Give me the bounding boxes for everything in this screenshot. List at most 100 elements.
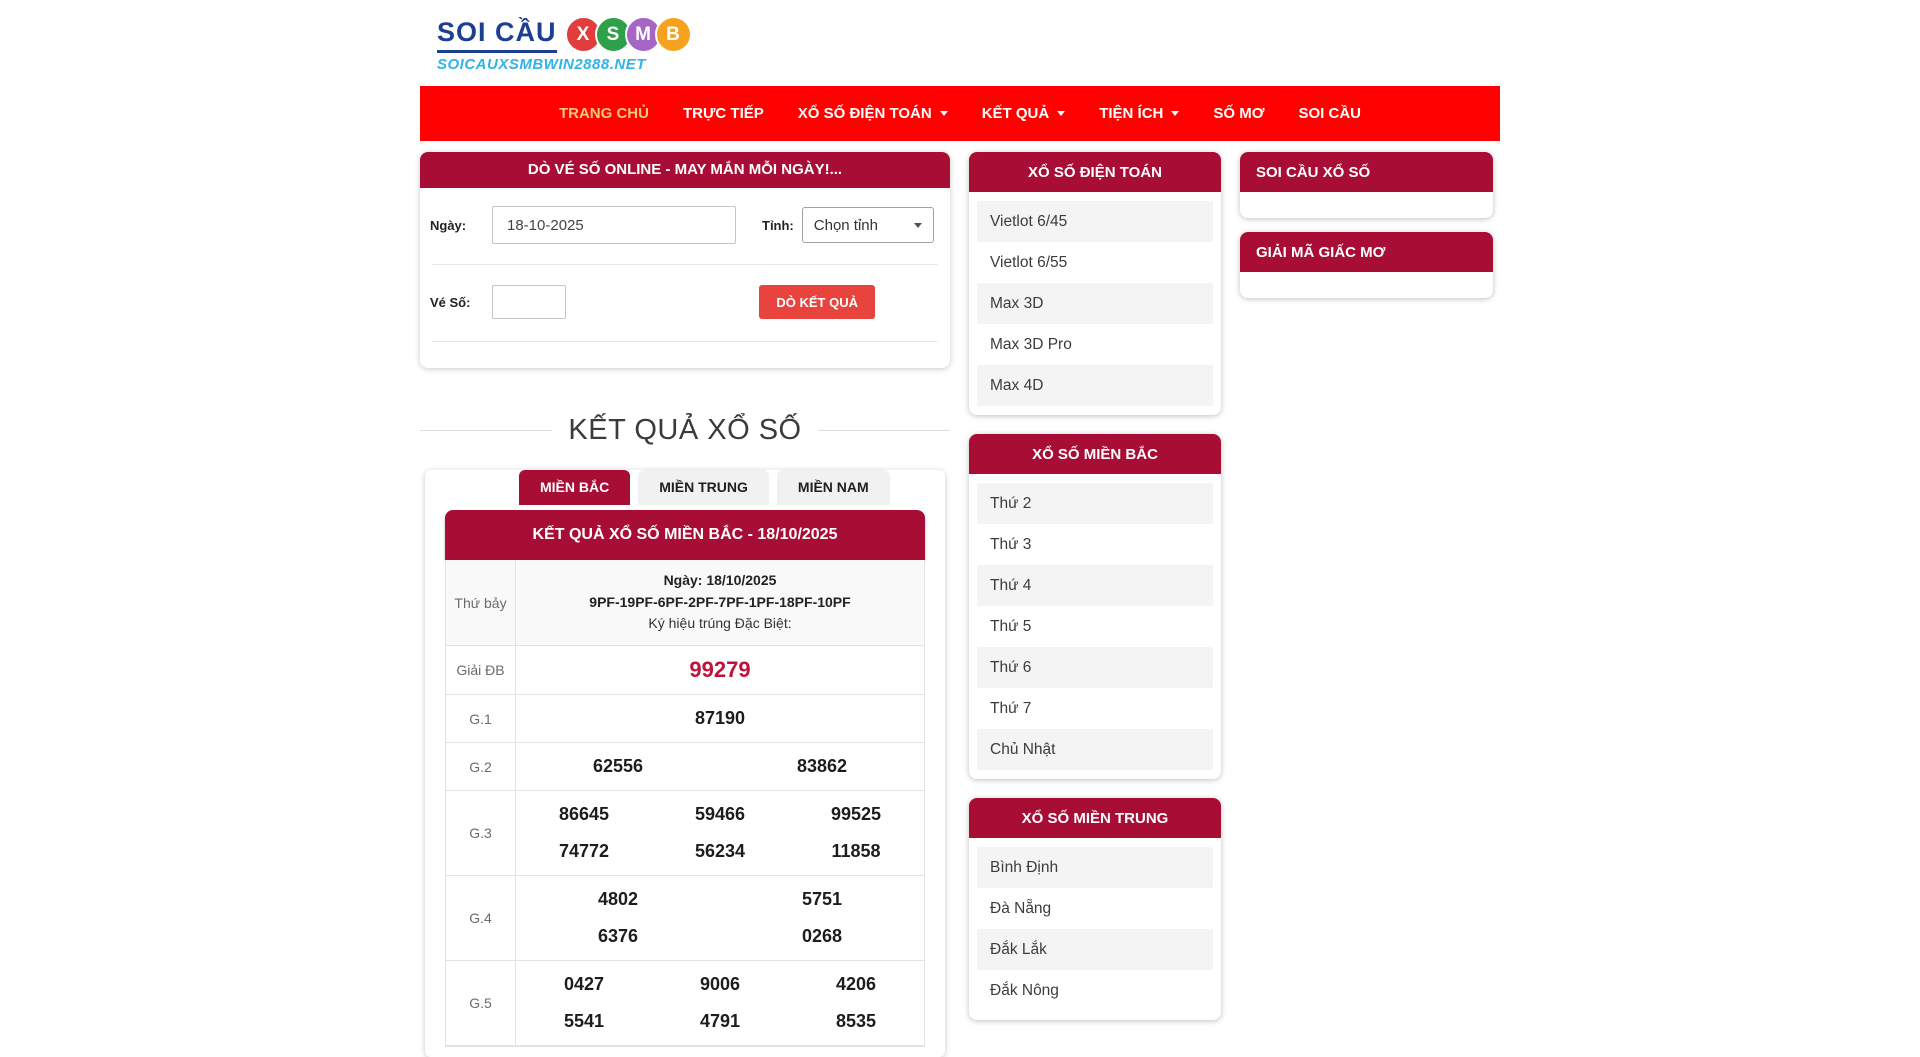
check-result-button[interactable]: DÒ KẾT QUẢ bbox=[759, 285, 875, 319]
main-column: DÒ VÉ SỐ ONLINE - MAY MẮN MỖI NGÀY!... N… bbox=[420, 152, 950, 1057]
province-select-value: Chọn tỉnh bbox=[814, 217, 878, 234]
prize-values: 4802 5751 6376 0268 bbox=[516, 876, 924, 960]
site-header: SOI CẦU X S M B SOICAUXSMBWIN2888.NET bbox=[420, 0, 1500, 86]
sidebar-item-max-4d[interactable]: Max 4D bbox=[977, 365, 1213, 406]
ticket-lookup-panel: DÒ VÉ SỐ ONLINE - MAY MẮN MỖI NGÀY!... N… bbox=[420, 152, 950, 368]
table-row-giai-db: Giải ĐB 99279 bbox=[446, 646, 924, 695]
prize-number: 56234 bbox=[652, 833, 788, 870]
ticket-lookup-body: Ngày: Tỉnh: Chọn tỉnh Vé Số: DÒ KẾT QUẢ bbox=[420, 188, 950, 368]
province-label: Tỉnh: bbox=[762, 218, 794, 233]
nav-item-label: TIỆN ÍCH bbox=[1099, 105, 1163, 122]
table-row-g2: G.2 62556 83862 bbox=[446, 743, 924, 791]
rightbar-box-giai-ma-giac-mo: GIẢI MÃ GIẤC MƠ bbox=[1240, 232, 1493, 298]
nav-item-tien-ich[interactable]: TIỆN ÍCH bbox=[1099, 105, 1179, 122]
sidebar-item-chu-nhat[interactable]: Chủ Nhật bbox=[977, 729, 1213, 770]
table-row-g3: G.3 86645 59466 99525 74772 56234 11858 bbox=[446, 791, 924, 876]
nav-item-label: SOI CẦU bbox=[1299, 105, 1362, 122]
prize-number: 4802 bbox=[516, 881, 720, 918]
sidebar-box-mien-bac: XỔ SỐ MIỀN BẮC Thứ 2 Thứ 3 Thứ 4 Thứ 5 T… bbox=[969, 434, 1221, 779]
logo-badge-b: B bbox=[655, 16, 692, 53]
prize-values: 62556 83862 bbox=[516, 743, 924, 790]
sidebar-item-thu-4[interactable]: Thứ 4 bbox=[977, 565, 1213, 606]
prize-label: G.1 bbox=[446, 695, 516, 742]
sidebar-item-vietlot-645[interactable]: Vietlot 6/45 bbox=[977, 201, 1213, 242]
site-logo[interactable]: SOI CẦU X S M B bbox=[437, 16, 1500, 53]
results-table: Thứ bảy Ngày: 18/10/2025 9PF-19PF-6PF-2P… bbox=[445, 560, 925, 1047]
sidebar-box-title: XỔ SỐ MIỀN TRUNG bbox=[969, 798, 1221, 838]
prize-number: 86645 bbox=[516, 796, 652, 833]
nav-item-trang-chu[interactable]: TRANG CHỦ bbox=[559, 105, 649, 122]
draw-code: 9PF-19PF-6PF-2PF-7PF-1PF-18PF-10PF bbox=[522, 592, 918, 614]
sidebar-item-dak-lak[interactable]: Đắk Lắk bbox=[977, 929, 1213, 970]
nav-item-label: TRỰC TIẾP bbox=[683, 105, 764, 122]
date-province-row: Ngày: Tỉnh: Chọn tỉnh bbox=[430, 206, 940, 244]
prize-number: 8535 bbox=[788, 1003, 924, 1040]
tab-mien-trung[interactable]: MIỀN TRUNG bbox=[638, 470, 769, 505]
sidebar-item-da-nang[interactable]: Đà Nẵng bbox=[977, 888, 1213, 929]
sidebar-item-thu-6[interactable]: Thứ 6 bbox=[977, 647, 1213, 688]
results-heading-text: KẾT QUẢ XỔ SỐ bbox=[568, 414, 801, 447]
province-select[interactable]: Chọn tỉnh bbox=[802, 207, 934, 243]
sidebar-item-thu-7[interactable]: Thứ 7 bbox=[977, 688, 1213, 729]
nav-item-truc-tiep[interactable]: TRỰC TIẾP bbox=[683, 105, 764, 122]
table-row-g5: G.5 0427 9006 4206 5541 4791 8535 bbox=[446, 961, 924, 1046]
date-label: Ngày: bbox=[430, 218, 492, 233]
prize-number: 9006 bbox=[652, 966, 788, 1003]
heading-divider bbox=[420, 430, 552, 431]
prize-label: G.4 bbox=[446, 876, 516, 960]
tab-mien-nam[interactable]: MIỀN NAM bbox=[777, 470, 890, 505]
prize-number: 4791 bbox=[652, 1003, 788, 1040]
sidebar-item-max-3d-pro[interactable]: Max 3D Pro bbox=[977, 324, 1213, 365]
nav-item-label: KẾT QUẢ bbox=[982, 105, 1050, 122]
chevron-down-icon bbox=[1171, 111, 1179, 116]
table-row-g4: G.4 4802 5751 6376 0268 bbox=[446, 876, 924, 961]
rightbar-box-title: GIẢI MÃ GIẤC MƠ bbox=[1240, 232, 1493, 272]
nav-item-soi-cau[interactable]: SOI CẦU bbox=[1299, 105, 1362, 122]
nav-item-so-mo[interactable]: SỐ MƠ bbox=[1213, 105, 1264, 122]
prize-number: 11858 bbox=[788, 833, 924, 870]
region-tabs: MIỀN BẮC MIỀN TRUNG MIỀN NAM bbox=[425, 470, 945, 505]
sidebar-box-body: Thứ 2 Thứ 3 Thứ 4 Thứ 5 Thứ 6 Thứ 7 Chủ … bbox=[969, 474, 1221, 779]
content-columns: DÒ VÉ SỐ ONLINE - MAY MẮN MỖI NGÀY!... N… bbox=[420, 152, 1500, 1057]
sidebar-box-title: XỔ SỐ ĐIỆN TOÁN bbox=[969, 152, 1221, 192]
prize-number: 62556 bbox=[516, 748, 720, 785]
chevron-down-icon bbox=[940, 111, 948, 116]
ticket-label: Vé Số: bbox=[430, 295, 492, 310]
main-navbar: TRANG CHỦ TRỰC TIẾP XỔ SỐ ĐIỆN TOÁN KẾT … bbox=[420, 86, 1500, 141]
sidebar-box-mien-trung: XỔ SỐ MIỀN TRUNG Bình Định Đà Nẵng Đắk L… bbox=[969, 798, 1221, 1020]
chevron-down-icon bbox=[1057, 111, 1065, 116]
day-label: Thứ bảy bbox=[446, 560, 516, 645]
sidebar-item-max-3d[interactable]: Max 3D bbox=[977, 283, 1213, 324]
nav-item-label: TRANG CHỦ bbox=[559, 105, 649, 122]
sidebar-item-thu-5[interactable]: Thứ 5 bbox=[977, 606, 1213, 647]
sidebar-item-vietlot-655[interactable]: Vietlot 6/55 bbox=[977, 242, 1213, 283]
nav-item-label: SỐ MƠ bbox=[1213, 105, 1264, 122]
nav-item-ket-qua[interactable]: KẾT QUẢ bbox=[982, 105, 1066, 122]
sidebar-item-thu-3[interactable]: Thứ 3 bbox=[977, 524, 1213, 565]
logo-text: SOI CẦU bbox=[437, 17, 557, 53]
ticket-lookup-title: DÒ VÉ SỐ ONLINE - MAY MẮN MỖI NGÀY!... bbox=[420, 152, 950, 188]
nav-item-xo-so-dien-toan[interactable]: XỔ SỐ ĐIỆN TOÁN bbox=[798, 105, 948, 122]
sidebar-item-thu-2[interactable]: Thứ 2 bbox=[977, 483, 1213, 524]
tab-mien-bac[interactable]: MIỀN BẮC bbox=[519, 470, 630, 505]
sidebar-item-dak-nong[interactable]: Đắk Nông bbox=[977, 970, 1213, 1011]
sidebar-box-title: XỔ SỐ MIỀN BẮC bbox=[969, 434, 1221, 474]
table-row-g1: G.1 87190 bbox=[446, 695, 924, 743]
prize-number: 99279 bbox=[516, 651, 924, 689]
sidebar-item-binh-dinh[interactable]: Bình Định bbox=[977, 847, 1213, 888]
date-input[interactable] bbox=[492, 206, 736, 244]
draw-info: Ngày: 18/10/2025 9PF-19PF-6PF-2PF-7PF-1P… bbox=[516, 560, 924, 645]
ticket-number-input[interactable] bbox=[492, 285, 566, 319]
prize-number: 4206 bbox=[788, 966, 924, 1003]
logo-letter-badges: X S M B bbox=[565, 16, 692, 53]
form-divider bbox=[432, 341, 938, 342]
draw-date: Ngày: 18/10/2025 bbox=[522, 570, 918, 592]
rightbar-box-body bbox=[1240, 272, 1493, 298]
rightbar-box-soi-cau: SOI CẦU XỔ SỐ bbox=[1240, 152, 1493, 218]
right-sidebar: SOI CẦU XỔ SỐ GIẢI MÃ GIẤC MƠ bbox=[1240, 152, 1493, 312]
prize-number: 87190 bbox=[516, 700, 924, 737]
prize-values: 99279 bbox=[516, 646, 924, 694]
prize-number: 99525 bbox=[788, 796, 924, 833]
prize-number: 83862 bbox=[720, 748, 924, 785]
rightbar-box-body bbox=[1240, 192, 1493, 218]
